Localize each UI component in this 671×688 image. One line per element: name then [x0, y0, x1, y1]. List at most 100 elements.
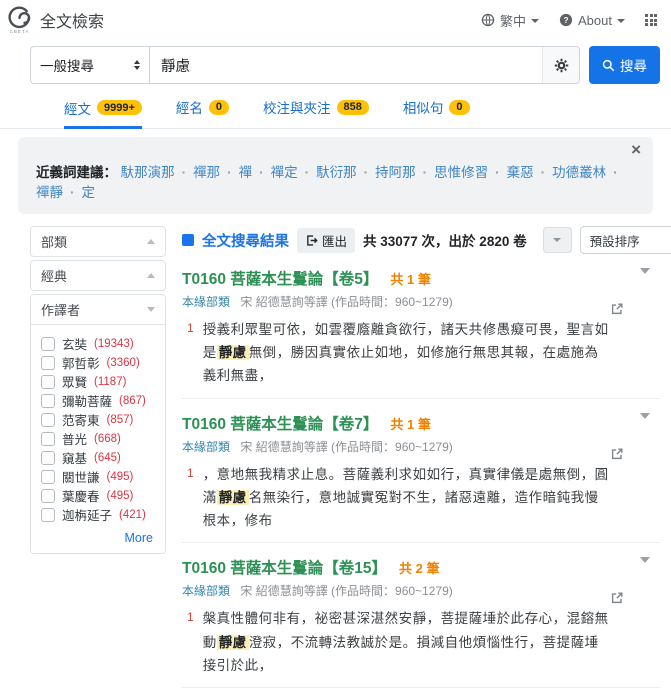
cbeta-logo: CBETA	[8, 6, 31, 35]
synonym-link[interactable]: 思惟修習	[434, 165, 507, 180]
checkbox[interactable]	[41, 451, 55, 465]
collapse-result-button[interactable]	[640, 563, 650, 578]
export-button[interactable]: 匯出	[297, 228, 355, 253]
result-title: T0160 菩薩本生鬘論【卷5】	[182, 267, 378, 289]
result-category-link[interactable]: 本緣部類	[182, 584, 230, 598]
checkbox[interactable]	[41, 432, 55, 446]
synonym-label: 近義詞建議：	[36, 165, 117, 180]
result-category-link[interactable]: 本緣部類	[182, 295, 230, 309]
search-button[interactable]: 搜尋	[589, 46, 660, 84]
synonym-link[interactable]: 馱那演那	[121, 165, 194, 180]
author-count: 421	[119, 509, 146, 521]
checkbox[interactable]	[41, 413, 55, 427]
synonym-link[interactable]: 持阿那	[375, 165, 434, 180]
snippet-text: ，意地無我精求止息。菩薩義利求如如行，真實律儀是處無倒，圓滿靜慮名無染行，意地誠…	[203, 463, 612, 533]
close-icon[interactable]: ×	[631, 141, 641, 158]
export-icon	[305, 234, 318, 247]
chevron-up-icon	[147, 273, 155, 278]
author-filter-item[interactable]: 彌勒菩薩 867	[41, 391, 159, 410]
checkbox[interactable]	[41, 394, 55, 408]
tab-label: 經文	[64, 98, 91, 118]
chevron-down-icon	[640, 413, 650, 434]
checkbox[interactable]	[41, 375, 55, 389]
checkbox[interactable]	[41, 489, 55, 503]
synonym-link[interactable]: 禪那	[193, 165, 239, 180]
chevron-down-icon	[147, 307, 155, 312]
checkbox[interactable]	[41, 337, 55, 351]
synonym-link[interactable]: 功德叢林	[552, 165, 625, 180]
author-name: 窺基	[62, 448, 87, 467]
result-hit-count: 共 1 筆	[390, 414, 430, 433]
results-title: 全文搜尋結果	[202, 230, 289, 251]
accordion-canon[interactable]: 經典	[30, 260, 166, 291]
chevron-down-icon	[531, 19, 539, 23]
checkbox[interactable]	[41, 508, 55, 522]
sort-select[interactable]: 預設排序	[580, 226, 671, 254]
search-mode-label: 一般搜尋	[40, 55, 94, 75]
checkbox[interactable]	[41, 470, 55, 484]
author-name: 玄奘	[62, 334, 87, 353]
synonym-link[interactable]: 馱衍那	[316, 165, 375, 180]
snippet-text: 授義利眾聖可依，如雲覆廕離貪欲行，諸天共修愚癡可畏，聖言如是靜慮無倒，勝因真實依…	[203, 318, 612, 388]
chevron-down-icon	[640, 268, 650, 289]
synonym-link[interactable]: 定	[82, 185, 96, 200]
open-in-reader-button[interactable]	[610, 591, 624, 608]
author-filter-item[interactable]: 眾賢 1187	[41, 372, 159, 391]
synonym-link[interactable]: 禪靜	[36, 185, 82, 200]
more-authors-link[interactable]: More	[41, 524, 159, 547]
apps-grid-icon[interactable]	[645, 14, 657, 26]
about-label: About	[578, 13, 612, 28]
result-card: T0160 菩薩本生鬘論【卷15】 共 2 筆 本緣部類 宋 紹德慧詢等譯 (作…	[182, 543, 660, 688]
author-filter-item[interactable]: 玄奘 19343	[41, 334, 159, 353]
author-filter-item[interactable]: 關世謙 495	[41, 467, 159, 486]
open-in-reader-button[interactable]	[610, 302, 624, 319]
about-menu[interactable]: ? About	[559, 13, 625, 28]
author-filter-item[interactable]: 葉慶春 495	[41, 486, 159, 505]
search-input[interactable]	[150, 47, 542, 83]
accordion-author[interactable]: 作譯者	[30, 294, 166, 325]
author-count: 1187	[94, 376, 126, 388]
search-mode-select[interactable]: 一般搜尋	[31, 47, 150, 83]
synonym-link[interactable]: 棄惡	[507, 165, 553, 180]
author-name: 郭哲彰	[62, 353, 100, 372]
accordion-category[interactable]: 部類	[30, 226, 166, 257]
result-byline: 宋 紹德慧詢等譯 (作品時間：960~1279)	[240, 584, 452, 598]
external-link-icon	[610, 302, 624, 316]
language-menu[interactable]: 繁中	[481, 11, 539, 30]
checkbox[interactable]	[41, 356, 55, 370]
tab-similar-sentences[interactable]: 相似句 0	[403, 97, 470, 128]
search-settings-button[interactable]	[542, 47, 579, 83]
filter-sidebar: 部類 經典 作譯者 玄奘 19343 郭哲彰 3360 眾賢	[30, 226, 166, 688]
accordion-label: 部類	[41, 232, 67, 251]
tab-scripture-text[interactable]: 經文 9999+	[64, 97, 142, 129]
tab-scripture-title[interactable]: 經名 0	[176, 97, 229, 128]
result-card: T0160 菩薩本生鬘論【卷7】 共 1 筆 本緣部類 宋 紹德慧詢等譯 (作品…	[182, 399, 660, 544]
author-count: 3360	[107, 357, 140, 369]
result-byline: 宋 紹德慧詢等譯 (作品時間：960~1279)	[240, 295, 452, 309]
author-name: 迦栴延子	[62, 505, 112, 524]
snippet-number: 1	[187, 466, 194, 533]
snippet-text: 槃真性體何非有，祕密甚深湛然安靜，菩提薩埵於此存心，混鎔無動靜慮澄寂，不流轉法教…	[203, 607, 612, 677]
open-in-reader-button[interactable]	[610, 447, 624, 464]
author-filter-item[interactable]: 范寄東 857	[41, 410, 159, 429]
top-bar: CBETA 全文檢索 繁中 ? About	[0, 0, 671, 37]
result-title: T0160 菩薩本生鬘論【卷15】	[182, 556, 387, 578]
svg-text:?: ?	[563, 15, 568, 25]
result-category-link[interactable]: 本緣部類	[182, 440, 230, 454]
collapse-result-button[interactable]	[640, 419, 650, 434]
author-filter-item[interactable]: 窺基 645	[41, 448, 159, 467]
tab-label: 相似句	[403, 97, 444, 117]
author-filter-item[interactable]: 普光 668	[41, 429, 159, 448]
chevron-down-icon	[553, 238, 561, 242]
author-filter-item[interactable]: 迦栴延子 421	[41, 505, 159, 524]
tab-count-badge: 9999+	[97, 100, 142, 115]
results-panel: 全文搜尋結果 匯出 共 33077 次，出於 2820 卷 預設排序 T0160	[182, 226, 660, 688]
tab-annotations[interactable]: 校注與夾注 858	[263, 97, 369, 128]
author-filter-item[interactable]: 郭哲彰 3360	[41, 353, 159, 372]
synonym-link[interactable]: 禪	[239, 165, 271, 180]
collapse-all-button[interactable]	[543, 227, 572, 253]
synonym-link[interactable]: 禪定	[271, 165, 317, 180]
author-name: 葉慶春	[62, 486, 100, 505]
collapse-result-button[interactable]	[640, 274, 650, 289]
tab-count-badge: 0	[209, 100, 229, 115]
